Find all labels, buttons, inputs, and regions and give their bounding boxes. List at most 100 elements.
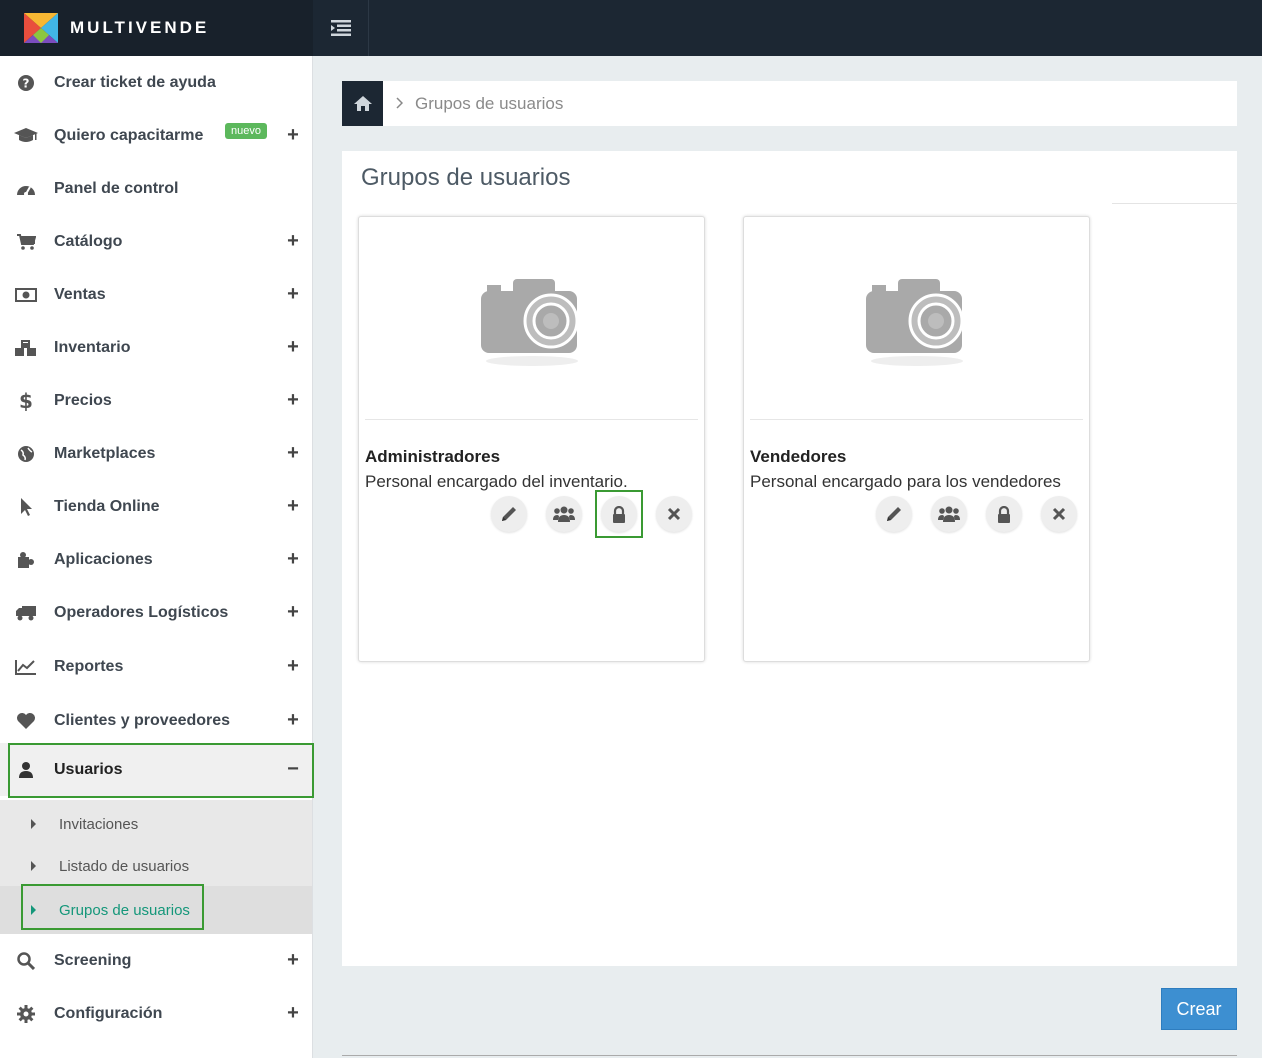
sidebar-item-quiero-capacitarme[interactable]: Quiero capacitarme nuevo + <box>0 109 313 162</box>
group-image-placeholder <box>359 217 704 420</box>
sidebar-item-label: Screening <box>54 951 132 969</box>
permissions-highlight <box>595 490 643 538</box>
breadcrumb-current: Grupos de usuarios <box>415 93 564 113</box>
sidebar-item-operadores-logisticos[interactable]: Operadores Logísticos + <box>0 586 313 639</box>
new-badge: nuevo <box>225 123 267 139</box>
svg-text:?: ? <box>23 76 30 90</box>
pencil-icon <box>887 507 901 521</box>
menu-indent-icon <box>330 20 351 36</box>
truck-icon <box>14 601 38 625</box>
sidebar-item-tienda-online[interactable]: Tienda Online + <box>0 480 313 533</box>
camera-icon <box>480 278 578 366</box>
sidebar-item-label: Inventario <box>54 338 131 356</box>
globe-icon <box>14 442 38 466</box>
sidebar-item-panel-de-control[interactable]: Panel de control <box>0 162 313 215</box>
expand-icon[interactable]: + <box>285 389 301 412</box>
bottom-divider <box>342 1055 1237 1056</box>
brand-name: MULTIVENDE <box>70 18 210 37</box>
expand-icon[interactable]: + <box>285 124 301 147</box>
expand-icon[interactable]: + <box>285 709 301 732</box>
expand-icon[interactable]: + <box>285 601 301 624</box>
card-divider <box>750 419 1083 420</box>
expand-icon[interactable]: + <box>285 1002 301 1025</box>
logo-mark-icon <box>24 13 58 43</box>
cart-icon <box>14 230 38 254</box>
sidebar-item-label: Operadores Logísticos <box>54 603 229 621</box>
puzzle-icon <box>14 548 38 572</box>
permissions-button[interactable] <box>986 496 1022 532</box>
sidebar-item-label: Reportes <box>54 657 124 675</box>
expand-icon[interactable]: + <box>285 230 301 253</box>
edit-button[interactable] <box>876 496 912 532</box>
group-card-administradores: Administradores Personal encargado del i… <box>358 216 705 662</box>
create-button[interactable]: Crear <box>1161 988 1237 1030</box>
line-chart-icon <box>14 655 38 679</box>
expand-icon[interactable]: + <box>285 336 301 359</box>
submenu-item-invitaciones[interactable]: Invitaciones <box>0 803 312 845</box>
expand-icon[interactable]: + <box>285 442 301 465</box>
menu-toggle-button[interactable] <box>313 0 369 56</box>
title-divider <box>1112 203 1237 204</box>
home-icon <box>353 96 372 111</box>
sidebar-item-inventario[interactable]: Inventario + <box>0 321 313 374</box>
sidebar-item-label: Crear ticket de ayuda <box>54 73 216 91</box>
chevron-right-icon <box>395 96 404 112</box>
sidebar-item-label: Tienda Online <box>54 497 160 515</box>
expand-icon[interactable]: + <box>285 655 301 678</box>
sidebar-item-clientes-proveedores[interactable]: Clientes y proveedores + <box>0 694 313 747</box>
expand-icon[interactable]: + <box>285 283 301 306</box>
question-circle-icon: ? <box>14 71 38 95</box>
lock-icon <box>998 505 1010 523</box>
members-button[interactable] <box>546 496 582 532</box>
sidebar-item-configuracion[interactable]: Configuración + <box>0 987 313 1040</box>
group-description: Personal encargado para los vendedores <box>750 472 1061 491</box>
logo[interactable]: MULTIVENDE <box>0 0 313 56</box>
money-icon <box>14 283 38 307</box>
sidebar-item-label: Precios <box>54 391 112 409</box>
sidebar-item-label: Clientes y proveedores <box>54 711 231 729</box>
svg-text:$: $ <box>19 391 33 411</box>
group-card-vendedores: Vendedores Personal encargado para los v… <box>743 216 1090 662</box>
group-name: Administradores <box>365 447 501 466</box>
sidebar-item-label: Quiero capacitarme <box>54 126 204 144</box>
expand-icon[interactable]: + <box>285 495 301 518</box>
group-name: Vendedores <box>750 447 847 466</box>
sidebar-item-crear-ticket[interactable]: ? Crear ticket de ayuda <box>0 56 313 109</box>
users-icon <box>938 506 960 522</box>
submenu-item-listado-usuarios[interactable]: Listado de usuarios <box>0 845 312 887</box>
sidebar-item-ventas[interactable]: Ventas + <box>0 268 313 321</box>
sidebar-item-catalogo[interactable]: Catálogo + <box>0 215 313 268</box>
sidebar-item-screening[interactable]: Screening + <box>0 934 313 987</box>
sidebar-item-precios[interactable]: $ Precios + <box>0 374 313 427</box>
caret-right-icon <box>31 861 36 871</box>
members-button[interactable] <box>931 496 967 532</box>
pencil-icon <box>502 507 516 521</box>
close-icon <box>1052 507 1066 521</box>
search-icon <box>14 949 38 973</box>
sidebar-item-reportes[interactable]: Reportes + <box>0 640 313 693</box>
card-divider <box>365 419 698 420</box>
sidebar-item-label: Catálogo <box>54 232 123 250</box>
camera-icon <box>865 278 963 366</box>
sidebar-item-aplicaciones[interactable]: Aplicaciones + <box>0 533 313 586</box>
home-button[interactable] <box>342 81 383 126</box>
edit-button[interactable] <box>491 496 527 532</box>
breadcrumb: Grupos de usuarios <box>342 81 1237 126</box>
top-bar: MULTIVENDE <box>0 0 1262 56</box>
users-icon <box>553 506 575 522</box>
pointer-icon <box>14 495 38 519</box>
sidebar-item-label: Configuración <box>54 1004 163 1022</box>
graduation-cap-icon <box>14 124 38 148</box>
heart-icon <box>14 709 38 733</box>
expand-icon[interactable]: + <box>285 949 301 972</box>
grupos-highlight <box>21 884 204 930</box>
group-description: Personal encargado del inventario. <box>365 472 628 491</box>
delete-button[interactable] <box>1041 496 1077 532</box>
caret-right-icon <box>31 819 36 829</box>
delete-button[interactable] <box>656 496 692 532</box>
dollar-icon: $ <box>14 389 38 413</box>
sidebar-item-label: Panel de control <box>54 179 179 197</box>
expand-icon[interactable]: + <box>285 548 301 571</box>
sidebar-item-marketplaces[interactable]: Marketplaces + <box>0 427 313 480</box>
sidebar-item-label: Ventas <box>54 285 106 303</box>
